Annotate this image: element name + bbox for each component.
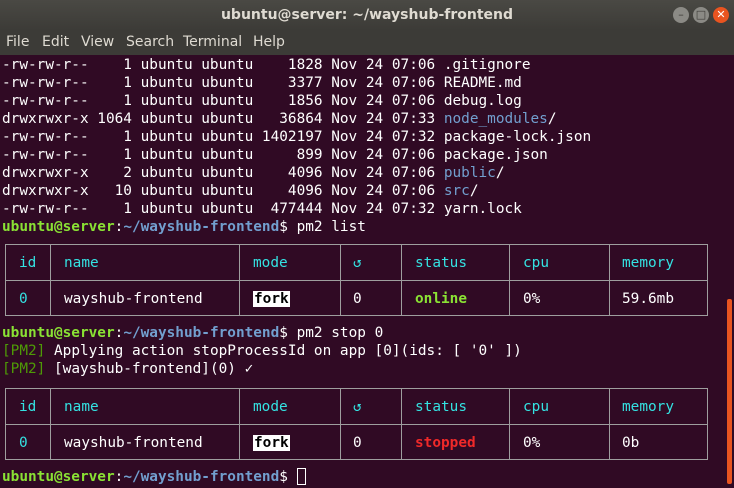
prompt-path: ~/wayshub-frontend	[123, 469, 280, 485]
file-name: yarn.lock	[443, 201, 522, 217]
pm2-message: [PM2] [wayshub-frontend](0) ✓	[2, 361, 254, 377]
terminal-window: ubuntu@server: ~/wayshub-frontend – □ ✕ …	[0, 0, 734, 488]
prompt-user: ubuntu@server	[2, 219, 115, 235]
listing-line: -rw-rw-r-- 1 ubuntu ubuntu 899 Nov 24 07…	[2, 147, 548, 163]
file-name: package.json	[443, 147, 548, 163]
status-stopped: stopped	[415, 435, 476, 451]
menu-terminal[interactable]: Terminal	[183, 30, 242, 55]
menu-view[interactable]: View	[81, 30, 114, 55]
prompt-user: ubuntu@server	[2, 469, 115, 485]
prompt-user: ubuntu@server	[2, 325, 115, 341]
header-mode: mode	[253, 399, 288, 415]
dir-name: node_modules	[443, 111, 548, 127]
menu-file[interactable]: File	[6, 30, 29, 55]
cell-id: 0	[19, 435, 28, 451]
prompt-line: ubuntu@server:~/wayshub-frontend$ pm2 st…	[2, 325, 384, 341]
minimize-button[interactable]: –	[673, 7, 689, 23]
cell-name: wayshub-frontend	[64, 435, 203, 451]
title-bar[interactable]: ubuntu@server: ~/wayshub-frontend – □ ✕	[0, 0, 734, 30]
cell-memory: 0b	[622, 435, 640, 451]
file-name: README.md	[443, 75, 522, 91]
pm2-message: [PM2] Applying action stopProcessId on a…	[2, 343, 522, 359]
menu-bar: File Edit View Search Terminal Help	[0, 30, 734, 55]
header-mode: mode	[253, 255, 288, 271]
listing-line: -rw-rw-r-- 1 ubuntu ubuntu 477444 Nov 24…	[2, 201, 522, 217]
header-name: name	[64, 399, 99, 415]
text-cursor	[296, 468, 306, 485]
header-status: status	[415, 255, 467, 271]
pm2-process-table: id name mode ↺ status cpu memory 0 waysh…	[5, 388, 708, 460]
cell-id: 0	[19, 291, 28, 307]
header-restart-icon: ↺	[353, 255, 362, 271]
status-online: online	[415, 291, 467, 307]
file-name: .gitignore	[443, 57, 531, 73]
header-memory: memory	[622, 255, 674, 271]
terminal-output[interactable]: -rw-rw-r-- 1 ubuntu ubuntu 1828 Nov 24 0…	[0, 55, 724, 488]
file-name: debug.log	[443, 93, 522, 109]
listing-line: -rw-rw-r-- 1 ubuntu ubuntu 1402197 Nov 2…	[2, 129, 592, 145]
cell-memory: 59.6mb	[622, 291, 674, 307]
header-cpu: cpu	[523, 255, 549, 271]
cell-cpu: 0%	[523, 435, 541, 451]
header-restart-icon: ↺	[353, 399, 362, 415]
header-id: id	[19, 255, 37, 271]
prompt-path: ~/wayshub-frontend	[123, 219, 280, 235]
command-text: pm2 list	[296, 219, 366, 235]
listing-line: drwxrwxr-x 10 ubuntu ubuntu 4096 Nov 24 …	[2, 183, 479, 199]
header-name: name	[64, 255, 99, 271]
listing-line: -rw-rw-r-- 1 ubuntu ubuntu 1856 Nov 24 0…	[2, 93, 522, 109]
dir-name: src	[443, 183, 470, 199]
header-memory: memory	[622, 399, 674, 415]
cell-name: wayshub-frontend	[64, 291, 203, 307]
cell-cpu: 0%	[523, 291, 541, 307]
scrollbar-thumb[interactable]	[727, 299, 732, 484]
cell-mode: fork	[253, 291, 290, 307]
pm2-process-table: id name mode ↺ status cpu memory 0 waysh…	[5, 244, 708, 316]
listing-line: drwxrwxr-x 1064 ubuntu ubuntu 36864 Nov …	[2, 111, 557, 127]
header-cpu: cpu	[523, 399, 549, 415]
prompt-line[interactable]: ubuntu@server:~/wayshub-frontend$	[2, 468, 306, 486]
scrollbar[interactable]	[724, 55, 734, 488]
cell-restarts: 0	[353, 291, 362, 307]
menu-edit[interactable]: Edit	[42, 30, 69, 55]
file-name: package-lock.json	[443, 129, 592, 145]
menu-help[interactable]: Help	[253, 30, 285, 55]
header-id: id	[19, 399, 37, 415]
command-text: pm2 stop 0	[296, 325, 384, 341]
window-title: ubuntu@server: ~/wayshub-frontend	[220, 7, 514, 23]
header-status: status	[415, 399, 467, 415]
listing-line: drwxrwxr-x 2 ubuntu ubuntu 4096 Nov 24 0…	[2, 165, 505, 181]
close-button[interactable]: ✕	[713, 7, 729, 23]
maximize-button[interactable]: □	[693, 7, 709, 23]
dir-name: public	[443, 165, 496, 181]
cell-mode: fork	[253, 435, 290, 451]
listing-line: -rw-rw-r-- 1 ubuntu ubuntu 3377 Nov 24 0…	[2, 75, 522, 91]
cell-restarts: 0	[353, 435, 362, 451]
prompt-line: ubuntu@server:~/wayshub-frontend$ pm2 li…	[2, 219, 366, 235]
prompt-path: ~/wayshub-frontend	[123, 325, 280, 341]
menu-search[interactable]: Search	[126, 30, 174, 55]
listing-line: -rw-rw-r-- 1 ubuntu ubuntu 1828 Nov 24 0…	[2, 57, 531, 73]
